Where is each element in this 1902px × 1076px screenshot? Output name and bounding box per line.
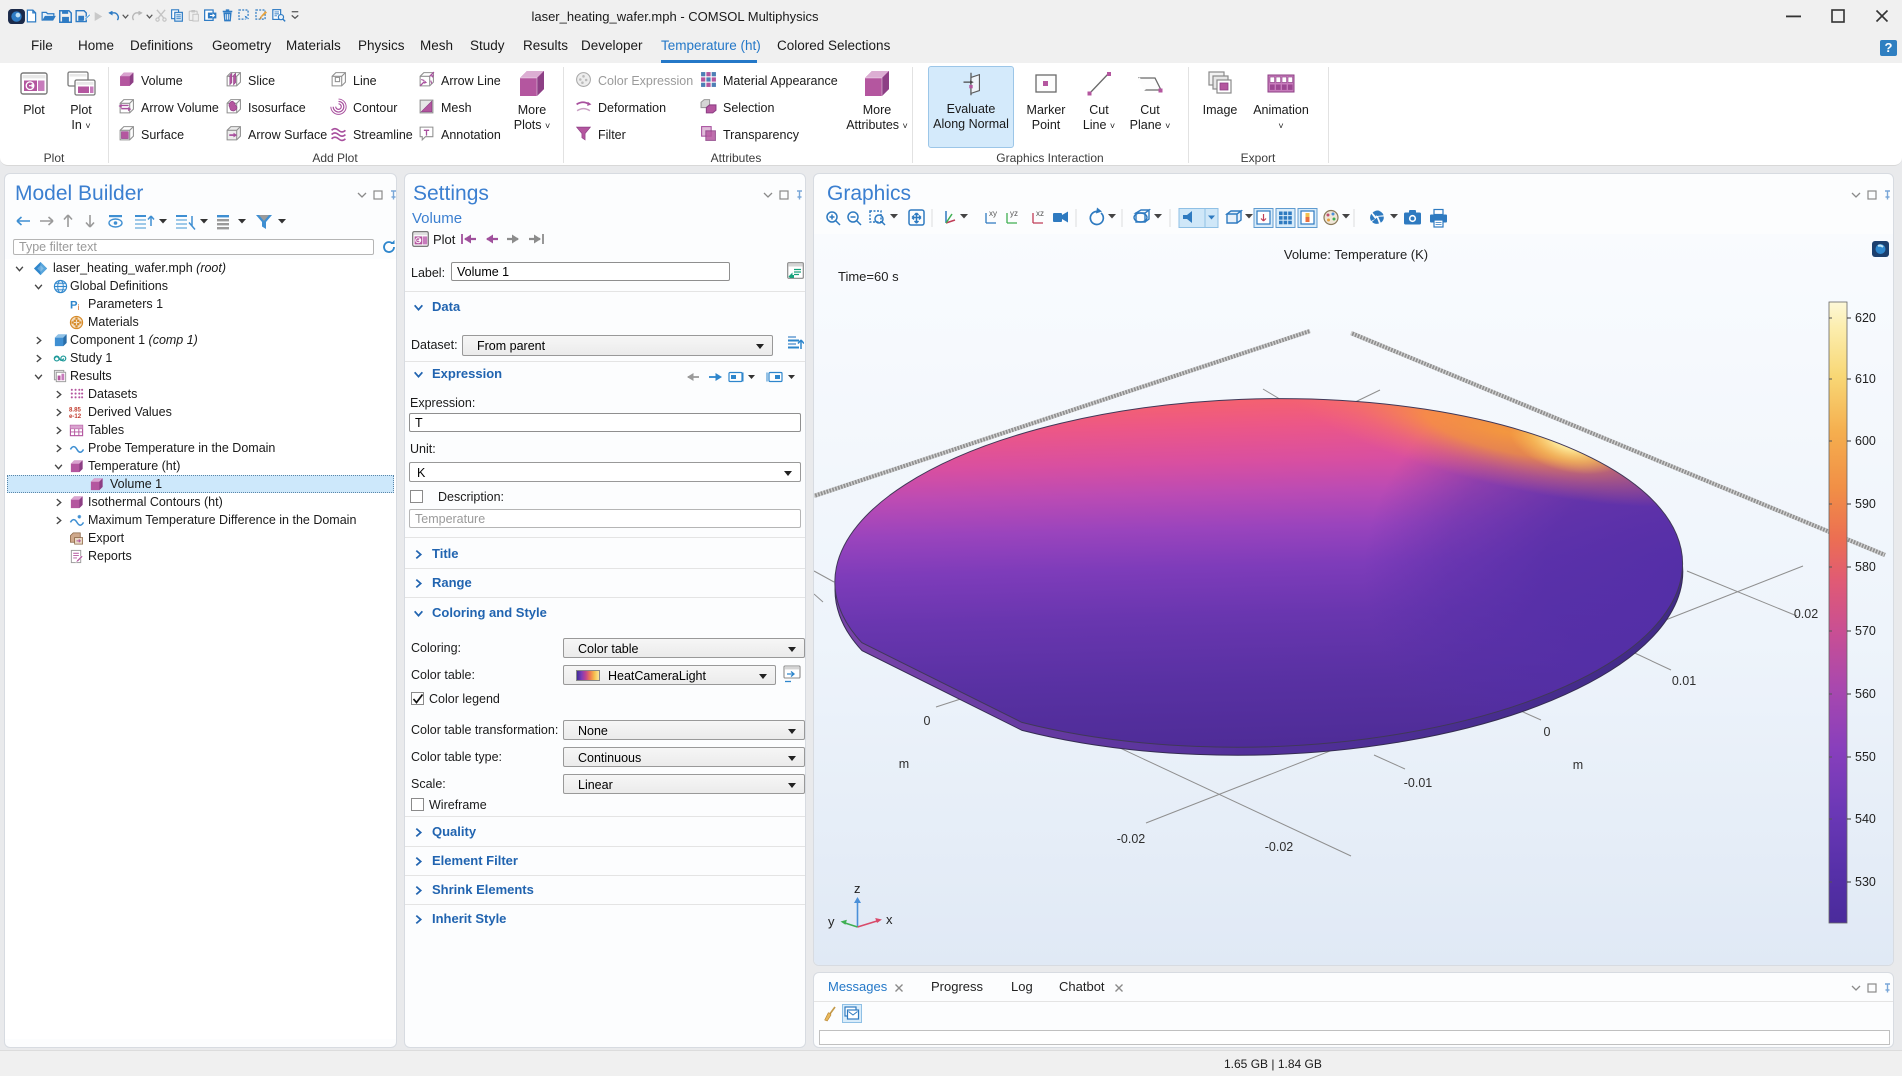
- svg-text:z: z: [854, 881, 861, 896]
- svg-text:-0.02: -0.02: [1117, 832, 1146, 846]
- svg-text:Time=60 s: Time=60 s: [838, 269, 899, 284]
- svg-text:620: 620: [1855, 311, 1876, 325]
- svg-text:xz: xz: [1036, 209, 1044, 218]
- svg-text:-0.02: -0.02: [1265, 840, 1294, 854]
- svg-text:Volume: Temperature (K): Volume: Temperature (K): [1284, 247, 1428, 262]
- svg-text:600: 600: [1855, 434, 1876, 448]
- svg-text:x: x: [886, 912, 893, 927]
- svg-text:560: 560: [1855, 687, 1876, 701]
- svg-text:xy: xy: [989, 209, 997, 218]
- svg-text:610: 610: [1855, 372, 1876, 386]
- svg-text:530: 530: [1855, 875, 1876, 889]
- svg-text:yz: yz: [1010, 209, 1018, 218]
- svg-text:y: y: [828, 914, 835, 929]
- svg-text:570: 570: [1855, 624, 1876, 638]
- svg-text:-0.01: -0.01: [1404, 776, 1433, 790]
- svg-text:580: 580: [1855, 560, 1876, 574]
- svg-text:m: m: [899, 757, 909, 771]
- svg-text:0.01: 0.01: [1672, 674, 1696, 688]
- svg-text:550: 550: [1855, 750, 1876, 764]
- svg-text:0.02: 0.02: [1794, 607, 1818, 621]
- svg-text:0: 0: [924, 714, 931, 728]
- svg-text:540: 540: [1855, 812, 1876, 826]
- svg-text:0: 0: [1544, 725, 1551, 739]
- svg-text:m: m: [1573, 758, 1583, 772]
- svg-text:590: 590: [1855, 497, 1876, 511]
